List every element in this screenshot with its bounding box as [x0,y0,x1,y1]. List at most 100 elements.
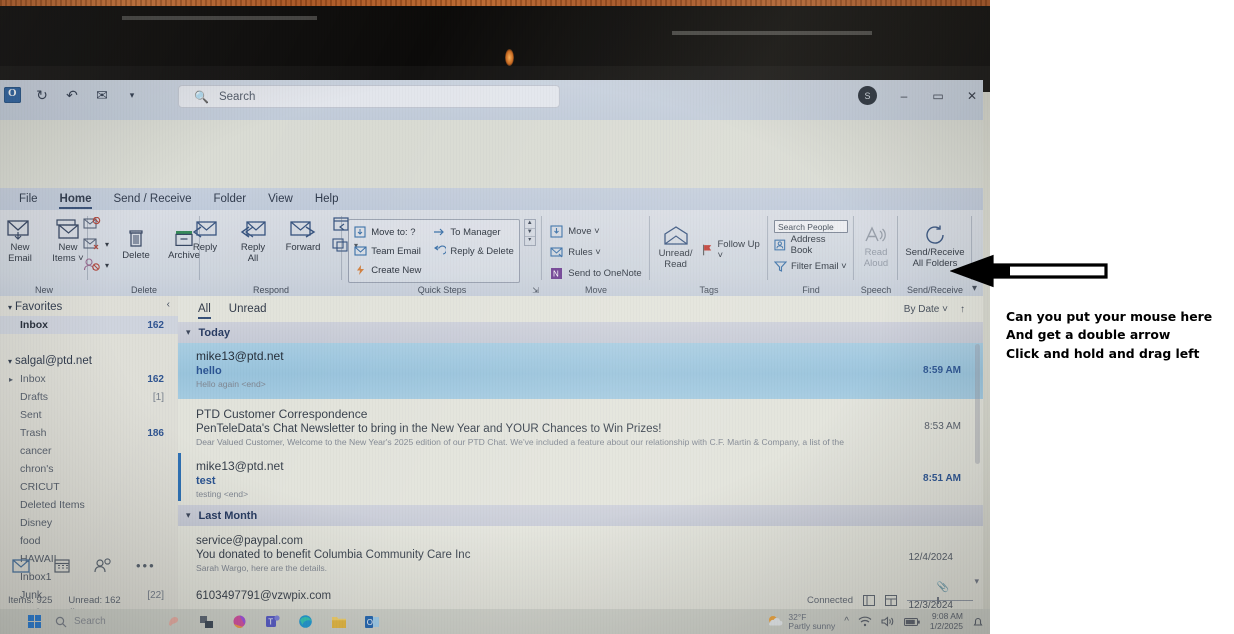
wifi-icon[interactable] [858,616,872,627]
normal-view-icon[interactable] [863,594,875,606]
sort-direction-icon[interactable]: ↑ [960,304,965,315]
sidebar-item-sent[interactable]: Sent [0,406,178,424]
volume-icon[interactable] [881,616,895,627]
sort-by-date-dropdown[interactable]: By Date ˅ [904,304,948,315]
quick-steps-scroll-down-icon[interactable]: ▼ [524,229,535,237]
battery-icon[interactable] [903,617,921,627]
photos-icon[interactable] [232,614,247,629]
weather-widget[interactable]: 32°F Partly sunny [767,612,835,631]
copilot-icon[interactable] [166,614,181,629]
send-to-onenote-button[interactable]: N Send to OneNote [550,264,642,282]
ignore-icon[interactable] [83,217,109,232]
unread-read-button[interactable]: Unread/ Read [656,219,695,270]
sort-controls[interactable]: By Date ˅ ↑ [904,304,965,315]
zoom-slider-knob[interactable] [937,596,939,604]
table-row[interactable]: mike13@ptd.net hello Hello again <end> 8… [178,343,983,399]
teams-icon[interactable]: T [265,614,280,629]
filter-email-button[interactable]: Filter Email ˅ [774,257,848,275]
quick-steps-gallery[interactable]: Move to: ? Team Email Create New To Mana… [348,219,520,283]
outlook-icon[interactable]: O [364,615,380,629]
tab-file[interactable]: File [8,191,49,207]
group-header-today[interactable]: ▾ Today [178,322,983,343]
notification-bell-icon[interactable] [972,616,984,628]
read-aloud-button[interactable]: Read Aloud [855,213,897,269]
avatar[interactable]: S [858,86,877,105]
junk-button[interactable]: ▾ [83,256,109,274]
scrollbar-thumb[interactable] [975,344,980,464]
table-row[interactable]: mike13@ptd.net test testing <end> 8:51 A… [178,451,983,503]
taskbar-clock[interactable]: 9:08 AM 1/2/2025 [930,611,963,632]
quick-steps-more-icon[interactable]: ▾ [525,237,535,245]
search-input[interactable]: 🔍 Search [178,85,560,108]
quick-step-create-new[interactable]: Create New [354,261,421,279]
search-people-input[interactable]: Search People [774,220,848,233]
mail-icon[interactable] [12,558,30,573]
quick-steps-scroll-spinner[interactable]: ▲ ▼ ▾ [523,219,536,246]
message-icon[interactable]: ✉ [93,86,111,104]
group-collapse-chevron-icon[interactable]: ▾ [186,510,191,521]
message-list-scrollbar[interactable] [974,344,981,594]
calendar-icon[interactable] [54,558,70,573]
tab-view[interactable]: View [257,191,304,207]
tab-help[interactable]: Help [304,191,350,207]
account-header[interactable]: ▾ salgal@ptd.net [0,350,178,370]
taskbar-apps[interactable]: T O [166,614,380,629]
group-header-last-month[interactable]: ▾ Last Month [178,505,983,526]
clean-up-button[interactable]: ▾ [83,235,109,253]
taskbar-search[interactable]: Search [55,616,106,628]
inbox-expand-caret-icon[interactable]: ▸ [9,375,13,384]
new-email-button[interactable]: New Email [0,213,41,264]
qat-overflow-caret-icon[interactable]: ▾ [123,86,141,104]
module-nav-bar[interactable]: ••• [12,558,156,573]
file-explorer-icon[interactable] [331,615,347,629]
ribbon-tab-bar[interactable]: File Home Send / Receive Folder View Hel… [0,188,983,210]
sidebar-item-deleted-items[interactable]: Deleted Items [0,496,178,514]
filter-tab-unread[interactable]: Unread [229,303,267,315]
quick-step-to-manager[interactable]: To Manager [433,223,513,241]
delete-button[interactable]: Delete [115,215,157,262]
window-controls[interactable]: S – ▭ ✕ [858,86,979,105]
scroll-down-icon[interactable]: ▾ [974,576,979,587]
collapse-folder-pane-icon[interactable]: ‹ [167,299,170,310]
address-book-button[interactable]: Address Book [774,234,848,256]
follow-up-button[interactable]: Follow Up ˅ [701,236,762,261]
task-view-icon[interactable] [199,615,214,629]
quick-step-move-to[interactable]: Move to: ? [354,223,421,241]
minimize-button[interactable]: – [897,89,911,103]
people-icon[interactable] [94,558,112,573]
sidebar-item-food[interactable]: food [0,532,178,550]
refresh-icon[interactable]: ↻ [33,86,51,104]
forward-button[interactable]: Forward [280,213,326,254]
sidebar-item-inbox[interactable]: ▸ Inbox 162 [0,370,178,388]
edge-icon[interactable] [298,614,313,629]
filter-tab-all[interactable]: All [198,303,211,319]
sidebar-item-disney[interactable]: Disney [0,514,178,532]
show-hidden-icons-icon[interactable]: ^ [844,616,849,627]
move-button[interactable]: Move ˅ [550,222,641,240]
quick-access-toolbar[interactable]: ↻ ↶ ✉ ▾ [4,86,141,104]
sidebar-item-favorites-inbox[interactable]: Inbox 162 [0,316,178,334]
tab-home[interactable]: Home [49,191,103,209]
tab-folder[interactable]: Folder [202,191,257,207]
reply-button[interactable]: Reply [184,213,226,254]
close-button[interactable]: ✕ [965,89,979,103]
quick-step-reply-delete[interactable]: Reply & Delete [433,242,514,260]
sidebar-item-trash[interactable]: Trash 186 [0,424,178,442]
table-row[interactable]: PTD Customer Correspondence PenTeleData'… [178,399,983,451]
favorites-header[interactable]: ▾ Favorites [0,296,178,316]
sidebar-item-drafts[interactable]: Drafts [1] [0,388,178,406]
undo-icon[interactable]: ↶ [63,86,81,104]
sidebar-item-chrons[interactable]: chron's [0,460,178,478]
zoom-slider[interactable] [907,596,973,604]
quick-steps-dialog-launcher-icon[interactable]: ⇲ [532,286,539,295]
maximize-button[interactable]: ▭ [931,89,945,103]
tab-send-receive[interactable]: Send / Receive [102,191,202,207]
more-icon[interactable]: ••• [136,558,156,573]
quick-step-team-email[interactable]: Team Email [354,242,421,260]
reply-all-button[interactable]: Reply All [232,213,274,264]
reading-view-icon[interactable] [885,594,897,606]
group-collapse-chevron-icon[interactable]: ▾ [186,327,191,338]
quick-steps-scroll-up-icon[interactable]: ▲ [524,220,535,229]
start-button-icon[interactable] [28,615,41,628]
table-row[interactable]: service@paypal.com You donated to benefi… [178,526,983,578]
